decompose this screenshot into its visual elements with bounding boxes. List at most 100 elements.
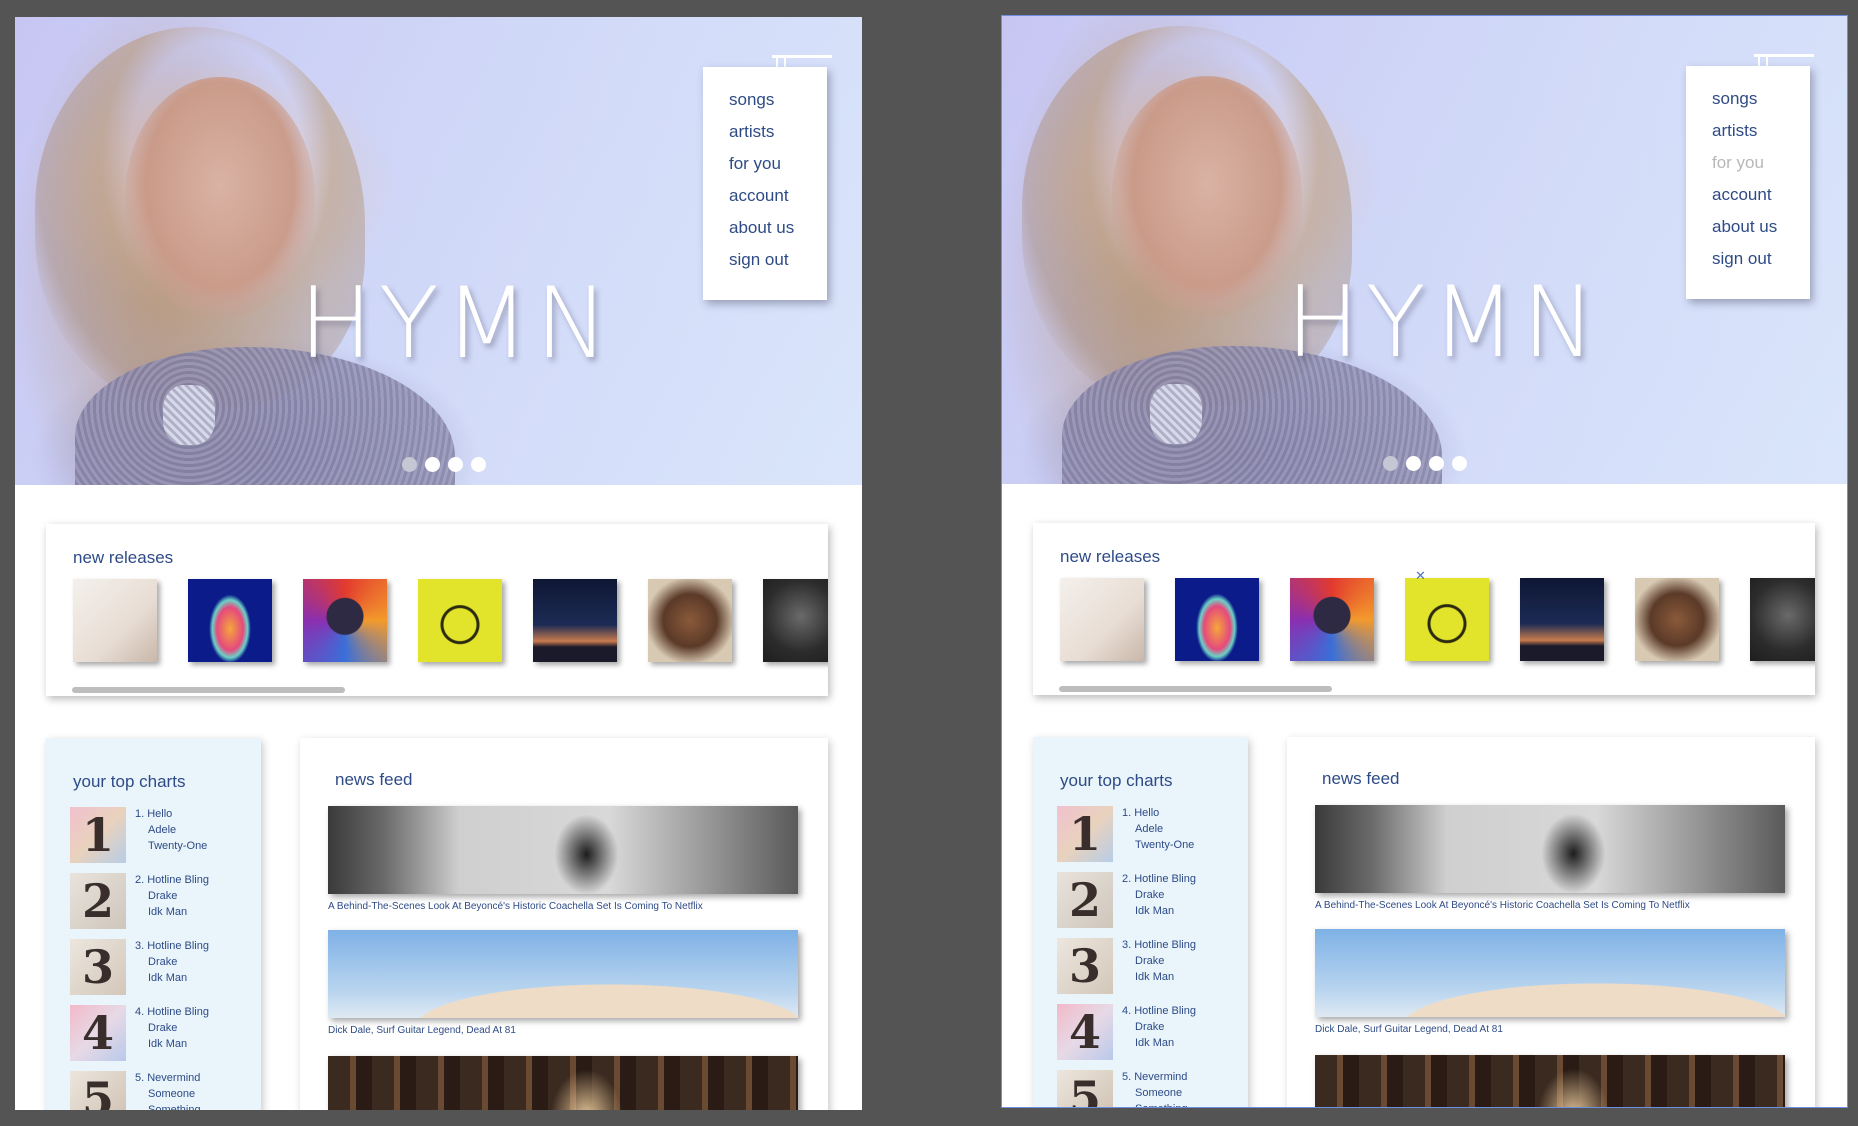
- news-image: [1315, 805, 1785, 893]
- news-item[interactable]: [1315, 1055, 1785, 1107]
- chart-rank-image: 2: [70, 873, 126, 929]
- chart-rank-image: 5: [70, 1071, 126, 1110]
- carousel-dot[interactable]: [471, 457, 486, 472]
- menu-item-artists[interactable]: artists: [1712, 122, 1810, 154]
- chart-item[interactable]: 4 4. Hotline Bling Drake Idk Man: [1057, 1004, 1196, 1060]
- carousel-dot[interactable]: [448, 457, 463, 472]
- menu-item-account[interactable]: account: [1712, 186, 1810, 218]
- menu-item-about-us[interactable]: about us: [1712, 218, 1810, 250]
- chart-item[interactable]: 5 5. Nevermind Someone Something: [70, 1071, 201, 1110]
- news-image: [1315, 929, 1785, 1017]
- chart-item[interactable]: 3 3. Hotline Bling Drake Idk Man: [1057, 938, 1196, 994]
- chart-album: Idk Man: [148, 1038, 188, 1050]
- news-item[interactable]: A Behind-The-Scenes Look At Beyoncé's Hi…: [328, 806, 798, 912]
- menu-item-songs[interactable]: songs: [1712, 90, 1810, 122]
- news-item[interactable]: Dick Dale, Surf Guitar Legend, Dead At 8…: [328, 930, 798, 1036]
- chart-song-title: 2. Hotline Bling: [135, 874, 209, 886]
- chart-item[interactable]: 3 3. Hotline Bling Drake Idk Man: [70, 939, 209, 995]
- chart-rank-image: 1: [1057, 806, 1113, 862]
- menu-item-for-you[interactable]: for you: [729, 155, 827, 187]
- chart-rank-image: 3: [70, 939, 126, 995]
- album-cover[interactable]: [1635, 578, 1719, 661]
- top-charts-title: your top charts: [73, 772, 186, 791]
- news-headline: Dick Dale, Surf Guitar Legend, Dead At 8…: [328, 1025, 516, 1036]
- news-item[interactable]: Dick Dale, Surf Guitar Legend, Dead At 8…: [1315, 929, 1785, 1035]
- chart-song-title: 1. Hello: [1122, 807, 1160, 819]
- horizontal-scrollbar[interactable]: [72, 687, 345, 693]
- chart-artist: Drake: [148, 1022, 178, 1034]
- chart-artist: Drake: [1135, 955, 1165, 967]
- menu-item-about-us[interactable]: about us: [729, 219, 827, 251]
- chart-item[interactable]: 2 2. Hotline Bling Drake Idk Man: [70, 873, 209, 929]
- chart-song-title: 1. Hello: [135, 808, 173, 820]
- chart-artist: Adele: [148, 824, 177, 836]
- news-image: [328, 930, 798, 1018]
- chart-song-title: 3. Hotline Bling: [1122, 939, 1196, 951]
- chart-item[interactable]: 5 5. Nevermind Someone Something: [1057, 1070, 1188, 1107]
- chart-song-title: 4. Hotline Bling: [1122, 1005, 1196, 1017]
- news-headline: A Behind-The-Scenes Look At Beyoncé's Hi…: [328, 901, 703, 912]
- carousel-dot[interactable]: [402, 457, 417, 472]
- chart-item[interactable]: 1 1. Hello Adele Twenty-One: [1057, 806, 1194, 862]
- menu-item-account[interactable]: account: [729, 187, 827, 219]
- chart-rank-image: 3: [1057, 938, 1113, 994]
- album-cover[interactable]: [648, 579, 732, 662]
- chart-album: Idk Man: [1135, 1037, 1175, 1049]
- artboard-left: HYMN songs artists for you account about…: [15, 17, 862, 1110]
- news-image: [328, 806, 798, 894]
- news-feed-title: news feed: [335, 770, 413, 789]
- chart-item[interactable]: 2 2. Hotline Bling Drake Idk Man: [1057, 872, 1196, 928]
- album-cover[interactable]: [1750, 578, 1815, 661]
- chart-artist: Drake: [1135, 1021, 1165, 1033]
- menu-item-artists[interactable]: artists: [729, 123, 827, 155]
- album-cover[interactable]: [1060, 578, 1144, 661]
- album-carousel: ✕: [1060, 569, 1815, 661]
- new-releases-title: new releases: [73, 548, 174, 567]
- hero-banner: HYMN songs artists for you account about…: [1002, 16, 1847, 484]
- chart-artist: Drake: [148, 890, 178, 902]
- news-feed-title: news feed: [1322, 769, 1400, 788]
- album-cover[interactable]: [1290, 578, 1374, 661]
- chart-song-title: 5. Nevermind: [1122, 1071, 1188, 1083]
- brand-title: HYMN: [1286, 266, 1602, 380]
- news-image: [1315, 1055, 1785, 1107]
- chart-item[interactable]: 4 4. Hotline Bling Drake Idk Man: [70, 1005, 209, 1061]
- album-cover[interactable]: [303, 579, 387, 662]
- news-headline: A Behind-The-Scenes Look At Beyoncé's Hi…: [1315, 900, 1690, 911]
- chart-album: Something: [148, 1104, 201, 1110]
- close-icon[interactable]: ✕: [1415, 569, 1426, 582]
- news-image: [328, 1056, 798, 1110]
- menu-item-sign-out[interactable]: sign out: [1712, 250, 1810, 282]
- carousel-dot[interactable]: [1429, 456, 1444, 471]
- chart-album: Twenty-One: [1135, 839, 1195, 851]
- artboard-right: HYMN songs artists for you account about…: [1001, 15, 1848, 1108]
- album-cover[interactable]: [418, 579, 502, 662]
- album-cover[interactable]: [533, 579, 617, 662]
- carousel-dot[interactable]: [1383, 456, 1398, 471]
- album-cover[interactable]: [1520, 578, 1604, 661]
- carousel-dot[interactable]: [425, 457, 440, 472]
- horizontal-scrollbar[interactable]: [1059, 686, 1332, 692]
- album-cover[interactable]: [73, 579, 157, 662]
- news-feed-panel: news feed A Behind-The-Scenes Look At Be…: [1287, 737, 1815, 1107]
- menu-item-songs[interactable]: songs: [729, 91, 827, 123]
- brand-title: HYMN: [299, 267, 615, 381]
- carousel-dot[interactable]: [1452, 456, 1467, 471]
- news-item[interactable]: [328, 1056, 798, 1110]
- menu-item-sign-out[interactable]: sign out: [729, 251, 827, 283]
- news-feed-panel: news feed A Behind-The-Scenes Look At Be…: [300, 738, 828, 1110]
- chart-artist: Drake: [148, 956, 178, 968]
- chart-artist: Adele: [1135, 823, 1164, 835]
- carousel-dot[interactable]: [1406, 456, 1421, 471]
- album-cover[interactable]: [1175, 578, 1259, 661]
- album-cover[interactable]: [188, 579, 272, 662]
- chart-artist: Someone: [148, 1088, 196, 1100]
- album-cover[interactable]: [763, 579, 828, 662]
- chart-rank-image: 4: [70, 1005, 126, 1061]
- menu-item-for-you[interactable]: for you: [1712, 154, 1810, 186]
- news-item[interactable]: A Behind-The-Scenes Look At Beyoncé's Hi…: [1315, 805, 1785, 911]
- album-cover[interactable]: ✕: [1405, 569, 1489, 661]
- chart-artist: Someone: [1135, 1087, 1183, 1099]
- news-headline: Dick Dale, Surf Guitar Legend, Dead At 8…: [1315, 1024, 1503, 1035]
- chart-item[interactable]: 1 1. Hello Adele Twenty-One: [70, 807, 207, 863]
